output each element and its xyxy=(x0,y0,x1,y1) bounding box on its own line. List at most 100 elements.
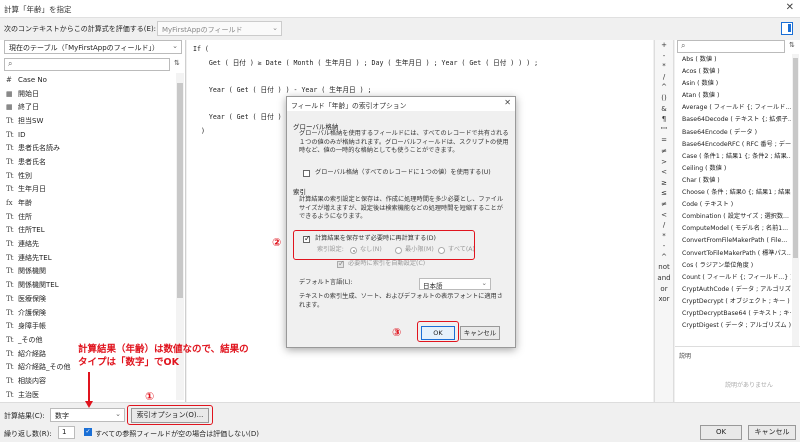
panel-toggle-icon[interactable] xyxy=(781,22,793,35)
operator-item[interactable]: ^ xyxy=(655,82,673,93)
operator-item[interactable]: / xyxy=(655,72,673,83)
function-item[interactable]: CryptAuthCode ( データ ; アルゴリズ... xyxy=(675,284,791,296)
operator-item[interactable]: - xyxy=(655,51,673,62)
context-select[interactable]: MyFirstAppのフィールド ⌄ xyxy=(157,21,282,36)
close-icon[interactable]: ✕ xyxy=(504,98,511,107)
list-item[interactable]: ▦ 開始日 xyxy=(0,87,176,101)
operator-item[interactable]: ≠ xyxy=(655,199,673,210)
operator-item[interactable]: < xyxy=(655,167,673,178)
default-lang-label: デフォルト言語(L): xyxy=(299,279,353,286)
function-item[interactable]: ConvertToFileMakerPath ( 標準パス... xyxy=(675,248,791,260)
list-item[interactable]: Tt 担当SW xyxy=(0,114,176,128)
field-name: _その他 xyxy=(18,335,43,344)
operator-item[interactable]: & xyxy=(655,104,673,115)
operator-item[interactable]: or xyxy=(655,284,673,295)
list-item[interactable]: Tt 連絡先TEL xyxy=(0,251,176,265)
default-lang-select[interactable]: 日本語 ⌄ xyxy=(419,278,491,290)
function-item[interactable]: Atan ( 数値 ) xyxy=(675,90,791,102)
function-item[interactable]: Acos ( 数値 ) xyxy=(675,66,791,78)
global-description: グローバル格納を使用するフィールドには、すべてのレコードで共有される１つの値のみ… xyxy=(299,130,509,155)
list-item[interactable]: Tt 患者氏名 xyxy=(0,155,176,169)
list-item[interactable]: Tt 住所 xyxy=(0,210,176,224)
function-item[interactable]: Case ( 条件1 ; 結果1 {; 条件2 ; 結果... xyxy=(675,151,791,163)
operator-item[interactable]: ^ xyxy=(655,252,673,263)
operator-item[interactable]: ≥ xyxy=(655,178,673,189)
function-item[interactable]: Code ( テキスト ) xyxy=(675,199,791,211)
function-item[interactable]: Char ( 数値 ) xyxy=(675,175,791,187)
function-item[interactable]: CryptDecrypt ( オブジェクト ; キー ) xyxy=(675,296,791,308)
list-item[interactable]: Tt 関係機関TEL xyxy=(0,278,176,292)
list-item[interactable]: Tt 身障手帳 xyxy=(0,319,176,333)
sort-icon[interactable]: ⇅ xyxy=(174,59,184,70)
operator-item[interactable]: > xyxy=(655,157,673,168)
function-item[interactable]: Base64Decode ( テキスト {; 拡張子... xyxy=(675,114,791,126)
field-type-icon: Tt xyxy=(6,144,14,153)
skip-eval-checkbox[interactable]: ✓ xyxy=(84,428,92,436)
field-type-icon: fx xyxy=(6,199,13,208)
field-name: 担当SW xyxy=(18,116,44,125)
function-list-scrollbar[interactable] xyxy=(792,54,799,350)
operator-item[interactable]: and xyxy=(655,273,673,284)
function-item[interactable]: Choose ( 条件 ; 結果0 {; 結果1 ; 結果... xyxy=(675,187,791,199)
function-item[interactable]: ConvertFromFileMakerPath ( File... xyxy=(675,235,791,247)
operator-item[interactable]: / xyxy=(655,220,673,231)
list-item[interactable]: Tt 住所TEL xyxy=(0,224,176,238)
function-item[interactable]: Combination ( 設定サイズ ; 選択数... xyxy=(675,211,791,223)
function-item[interactable]: Count ( フィールド {; フィールド...} ) xyxy=(675,272,791,284)
list-item[interactable]: Tt 患者氏名読み xyxy=(0,141,176,155)
list-item[interactable]: Tt 関係機関 xyxy=(0,265,176,279)
scrollbar-thumb[interactable] xyxy=(793,58,798,258)
result-type-select[interactable]: 数字 ⌄ xyxy=(50,408,125,422)
operator-item[interactable]: < xyxy=(655,210,673,221)
list-item[interactable]: Tt 生年月日 xyxy=(0,183,176,197)
chevron-down-icon: ⌄ xyxy=(272,24,278,32)
operator-item[interactable]: + xyxy=(655,40,673,51)
function-search-input[interactable]: ⌕ xyxy=(677,40,785,53)
operator-item[interactable]: ≤ xyxy=(655,188,673,199)
operator-item[interactable]: "" xyxy=(655,125,673,136)
description-pane: 説明 説明がありません xyxy=(675,346,800,402)
dialog-cancel-button[interactable]: キャンセル xyxy=(460,326,500,340)
operator-item[interactable]: ≠ xyxy=(655,146,673,157)
list-item[interactable]: Tt 連絡先 xyxy=(0,237,176,251)
operator-item[interactable]: not xyxy=(655,262,673,273)
list-item[interactable]: Tt 性別 xyxy=(0,169,176,183)
table-select-value: 現在のテーブル（「MyFirstAppのフィールド」） xyxy=(9,44,160,52)
operator-column: + - * / ^() & ¶ "" = ≠ > < ≥ ≤ ≠ < / * - ^ not and or xor xyxy=(654,40,674,402)
function-item[interactable]: Base64Encode ( データ ) xyxy=(675,127,791,139)
list-item[interactable]: Tt 医療保険 xyxy=(0,292,176,306)
function-item[interactable]: CryptDigest ( データ ; アルゴリズム ) xyxy=(675,320,791,332)
field-search-input[interactable]: ⌕ xyxy=(4,58,170,71)
list-item[interactable]: Tt ID xyxy=(0,128,176,142)
function-item[interactable]: Abs ( 数値 ) xyxy=(675,54,791,66)
operator-item[interactable]: = xyxy=(655,135,673,146)
close-icon[interactable]: ✕ xyxy=(786,2,794,13)
function-item[interactable]: Ceiling ( 数値 ) xyxy=(675,163,791,175)
operator-item[interactable]: ¶ xyxy=(655,114,673,125)
function-item[interactable]: Base64EncodeRFC ( RFC 番号 ; データ... xyxy=(675,139,791,151)
operator-item[interactable]: * xyxy=(655,231,673,242)
field-type-icon: Tt xyxy=(6,171,14,180)
function-item[interactable]: Asin ( 数値 ) xyxy=(675,78,791,90)
operator-item[interactable]: * xyxy=(655,61,673,72)
list-item[interactable]: ▦ 終了日 xyxy=(0,100,176,114)
operator-item[interactable]: xor xyxy=(655,294,673,305)
function-item[interactable]: Cos ( ラジアン単位角度 ) xyxy=(675,260,791,272)
scrollbar-thumb[interactable] xyxy=(177,83,183,298)
ok-button[interactable]: OK xyxy=(700,425,742,440)
search-icon: ⌕ xyxy=(8,59,13,68)
global-storage-checkbox[interactable] xyxy=(303,170,310,177)
cancel-button[interactable]: キャンセル xyxy=(748,425,796,440)
list-item[interactable]: fx 年齢 xyxy=(0,196,176,210)
function-item[interactable]: ComputeModel ( モデル名 ; 名前1... xyxy=(675,223,791,235)
operator-item[interactable]: () xyxy=(655,93,673,104)
repeat-input[interactable]: 1 xyxy=(58,426,75,439)
function-item[interactable]: Average ( フィールド {; フィールド...} ) xyxy=(675,102,791,114)
operator-item[interactable]: - xyxy=(655,241,673,252)
function-item[interactable]: CryptDecryptBase64 ( テキスト ; キー ) xyxy=(675,308,791,320)
list-item[interactable]: Tt 介護保険 xyxy=(0,306,176,320)
list-item[interactable]: # Case No xyxy=(0,73,176,87)
table-select[interactable]: 現在のテーブル（「MyFirstAppのフィールド」） ⌄ xyxy=(4,40,182,54)
sort-icon[interactable]: ⇅ xyxy=(789,41,795,49)
auto-index-checkbox[interactable] xyxy=(337,259,345,268)
